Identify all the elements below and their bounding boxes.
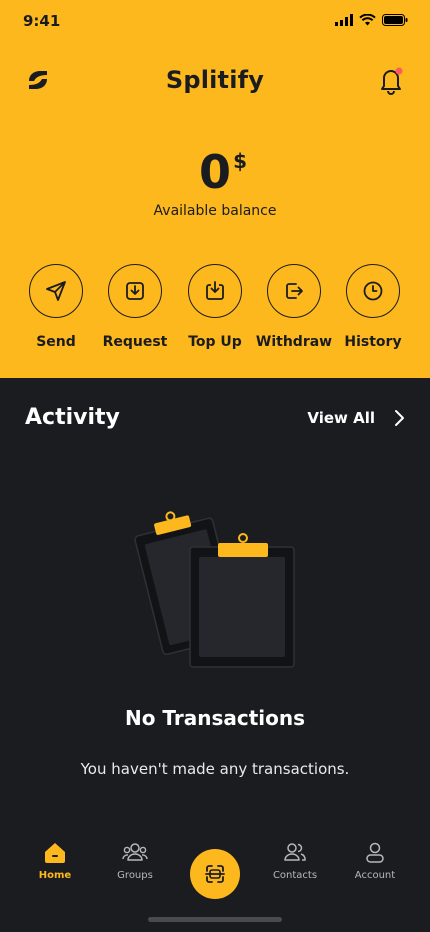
withdraw-icon xyxy=(286,283,303,299)
empty-state-title: No Transactions xyxy=(124,706,306,730)
top-up-circle[interactable] xyxy=(188,264,242,318)
history-button[interactable]: History xyxy=(333,264,413,350)
activity-title: Activity xyxy=(25,405,120,430)
currency-symbol: $ xyxy=(233,149,247,173)
app-title: Splitify xyxy=(165,66,265,94)
withdraw-button[interactable]: Withdraw xyxy=(254,264,334,350)
request-button[interactable]: Request xyxy=(95,264,175,350)
status-time: 9:41 xyxy=(23,12,61,30)
battery-icon xyxy=(382,14,408,26)
view-all-label[interactable]: View All xyxy=(307,409,375,427)
wifi-icon xyxy=(359,14,376,26)
history-circle[interactable] xyxy=(346,264,400,318)
home-indicator xyxy=(148,917,282,922)
empty-clipboards-illustration xyxy=(134,511,295,668)
scan-icon[interactable] xyxy=(203,862,227,886)
tab-home-label[interactable]: Home xyxy=(15,870,95,881)
chevron-right-icon[interactable] xyxy=(393,409,405,427)
groups-icon[interactable] xyxy=(122,840,148,864)
balance-display: 0 $ Available balance xyxy=(0,145,430,219)
top-up-button[interactable]: Top Up xyxy=(175,264,255,350)
download-box-icon xyxy=(126,282,144,300)
history-label: History xyxy=(344,334,402,350)
tab-home[interactable]: Home xyxy=(15,840,95,881)
balance-panel: 9:41 Splitify 0 $ Available balance Send… xyxy=(0,0,430,378)
contacts-icon[interactable] xyxy=(283,840,307,864)
notification-bell-icon[interactable] xyxy=(376,64,406,96)
tab-contacts[interactable]: Contacts xyxy=(255,840,335,881)
request-circle[interactable] xyxy=(108,264,162,318)
app-header: Splitify xyxy=(0,62,430,102)
send-circle[interactable] xyxy=(29,264,83,318)
balance-amount: 0 $ xyxy=(198,145,247,199)
send-label: Send xyxy=(36,334,76,350)
withdraw-label: Withdraw xyxy=(255,334,333,350)
tab-contacts-label[interactable]: Contacts xyxy=(255,870,335,881)
status-icons xyxy=(335,14,408,26)
activity-header: Activity View All xyxy=(25,405,405,437)
balance-value: 0 xyxy=(198,145,231,199)
send-button[interactable]: Send xyxy=(16,264,96,350)
top-up-label: Top Up xyxy=(188,334,242,350)
empty-state-text: You haven't made any transactions. xyxy=(80,760,350,778)
view-all-link[interactable]: View All xyxy=(307,409,405,427)
signal-icon xyxy=(335,14,353,26)
send-icon xyxy=(46,281,66,301)
tab-groups-label[interactable]: Groups xyxy=(95,870,175,881)
scan-button[interactable] xyxy=(190,849,240,899)
balance-label: Available balance xyxy=(153,203,277,219)
status-bar: 9:41 xyxy=(0,0,430,44)
clock-icon xyxy=(363,281,383,301)
tab-account[interactable]: Account xyxy=(335,840,415,881)
tray-download-icon xyxy=(206,281,224,300)
tab-groups[interactable]: Groups xyxy=(95,840,175,881)
request-label: Request xyxy=(102,334,168,350)
tab-account-label[interactable]: Account xyxy=(335,870,415,881)
withdraw-circle[interactable] xyxy=(267,264,321,318)
account-icon[interactable] xyxy=(363,840,387,864)
home-icon[interactable] xyxy=(43,840,67,864)
